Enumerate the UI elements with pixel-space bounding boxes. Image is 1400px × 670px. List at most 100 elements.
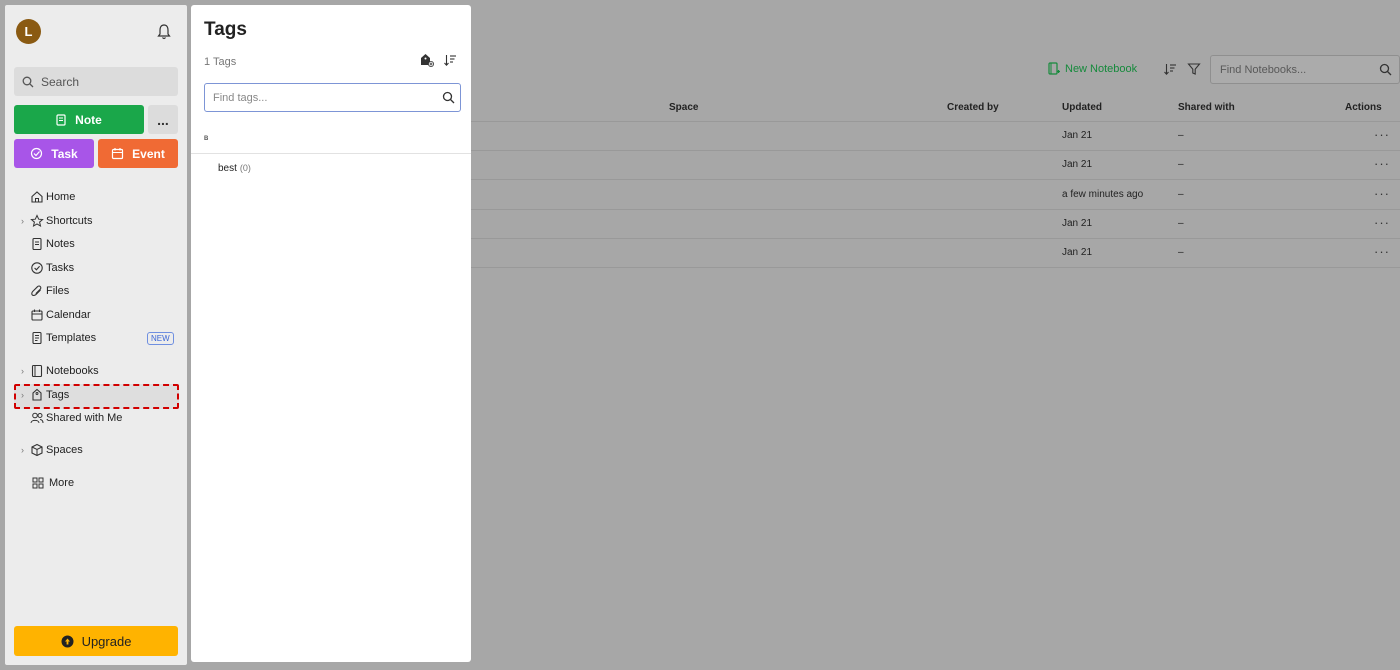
- upgrade-label: Upgrade: [81, 633, 132, 649]
- column-header-space[interactable]: Space: [669, 102, 698, 113]
- grid-icon: [32, 477, 44, 489]
- sidebar-item-notebooks[interactable]: › Notebooks: [5, 360, 187, 382]
- sidebar-item-label: Shortcuts: [46, 215, 93, 227]
- avatar[interactable]: L: [16, 19, 41, 44]
- sidebar-item-label: Files: [46, 285, 70, 297]
- task-icon: [31, 147, 43, 160]
- filter-icon[interactable]: [1187, 62, 1201, 76]
- row-actions-button[interactable]: ···: [1374, 156, 1390, 171]
- note-button-label: Note: [75, 112, 102, 127]
- search-icon: [442, 91, 455, 104]
- chevron-right-icon[interactable]: ›: [21, 366, 24, 376]
- notebook-icon: [31, 364, 43, 378]
- search-input[interactable]: Search: [14, 67, 178, 96]
- sidebar-item-label: Calendar: [46, 309, 91, 321]
- sidebar-item-label: Shared with Me: [46, 412, 123, 424]
- row-actions-button[interactable]: ···: [1374, 215, 1390, 230]
- tag-group-letter: B: [204, 136, 209, 142]
- cube-icon: [31, 443, 43, 457]
- column-header-updated[interactable]: Updated: [1062, 102, 1102, 113]
- calendar-icon: [31, 309, 43, 321]
- star-icon: [30, 214, 44, 228]
- calendar-icon: [112, 148, 124, 160]
- note-icon: [32, 237, 42, 251]
- new-task-button[interactable]: Task: [14, 139, 94, 168]
- row-actions-button[interactable]: ···: [1374, 186, 1390, 201]
- sidebar-item-label: More: [49, 477, 75, 489]
- more-options-label: ...: [157, 111, 169, 128]
- event-button-label: Event: [132, 146, 165, 161]
- divider: [191, 153, 471, 154]
- updated-cell: Jan 21: [1062, 218, 1093, 229]
- new-event-button[interactable]: Event: [98, 139, 178, 168]
- shared-cell: –: [1178, 159, 1184, 170]
- more-options-button[interactable]: ...: [148, 105, 178, 134]
- new-note-button[interactable]: Note: [14, 105, 144, 134]
- tag-name: best: [218, 163, 237, 174]
- page-title: Tags: [204, 19, 247, 40]
- users-icon: [30, 412, 44, 424]
- column-header-created-by[interactable]: Created by: [947, 102, 999, 113]
- row-actions-button[interactable]: ···: [1374, 244, 1390, 259]
- sidebar-item-label: Home: [46, 191, 76, 203]
- paperclip-icon: [31, 285, 42, 297]
- divider: [471, 150, 1400, 151]
- sidebar-item-label: Notes: [46, 238, 75, 250]
- tags-panel: Tags 1 Tags Find tags... B best (0): [191, 5, 471, 662]
- sidebar-item-notes[interactable]: Notes: [5, 233, 187, 255]
- row-actions-button[interactable]: ···: [1374, 127, 1390, 142]
- bell-icon[interactable]: [156, 23, 172, 41]
- divider: [471, 209, 1400, 210]
- sidebar-item-home[interactable]: Home: [5, 186, 187, 208]
- sidebar-item-label: Spaces: [46, 444, 83, 456]
- new-badge: NEW: [147, 332, 174, 345]
- sort-icon[interactable]: [1163, 62, 1177, 76]
- sidebar-item-tags[interactable]: › Tags: [5, 384, 187, 406]
- updated-cell: Jan 21: [1062, 159, 1093, 170]
- tag-item[interactable]: best (0): [218, 163, 251, 174]
- sidebar-item-more[interactable]: More: [5, 472, 187, 494]
- sidebar-item-tasks[interactable]: Tasks: [5, 257, 187, 279]
- column-header-actions: Actions: [1345, 102, 1382, 113]
- new-notebook-label: New Notebook: [1065, 62, 1138, 75]
- sidebar-item-label: Tasks: [46, 262, 75, 274]
- home-icon: [31, 191, 43, 203]
- updated-cell: Jan 21: [1062, 130, 1093, 141]
- sidebar-item-shortcuts[interactable]: › Shortcuts: [5, 210, 187, 232]
- find-tags-input[interactable]: Find tags...: [204, 83, 461, 112]
- upgrade-button[interactable]: Upgrade: [14, 626, 178, 656]
- column-header-shared-with[interactable]: Shared with: [1178, 102, 1235, 113]
- divider: [471, 179, 1400, 180]
- sidebar-item-templates[interactable]: Templates NEW: [5, 327, 187, 349]
- sort-icon[interactable]: [443, 53, 457, 67]
- sidebar-item-files[interactable]: Files: [5, 280, 187, 302]
- find-notebooks-placeholder: Find Notebooks...: [1220, 63, 1307, 76]
- sidebar: L Search Note ... Task Event Home › Shor…: [5, 5, 187, 665]
- add-tag-icon[interactable]: [420, 53, 434, 67]
- note-icon: [56, 113, 66, 126]
- tag-count: (0): [239, 163, 251, 173]
- search-icon: [1379, 63, 1392, 76]
- sidebar-item-calendar[interactable]: Calendar: [5, 304, 187, 326]
- tag-icon: [32, 388, 42, 401]
- shared-cell: –: [1178, 130, 1184, 141]
- sidebar-item-shared-with-me[interactable]: Shared with Me: [5, 407, 187, 429]
- sidebar-item-spaces[interactable]: › Spaces: [5, 439, 187, 461]
- tags-count: 1 Tags: [204, 56, 237, 68]
- template-icon: [32, 331, 42, 345]
- updated-cell: Jan 21: [1062, 247, 1093, 258]
- task-button-label: Task: [51, 146, 78, 161]
- check-circle-icon: [31, 262, 43, 274]
- search-icon: [22, 76, 34, 87]
- new-notebook-button[interactable]: New Notebook: [1048, 62, 1137, 75]
- search-label: Search: [41, 74, 80, 89]
- shared-cell: –: [1178, 247, 1184, 258]
- find-notebooks-input[interactable]: Find Notebooks...: [1210, 55, 1400, 84]
- divider: [471, 121, 1400, 122]
- new-notebook-icon: [1048, 62, 1060, 75]
- sidebar-item-label: Tags: [46, 389, 70, 401]
- chevron-right-icon[interactable]: ›: [21, 445, 24, 455]
- chevron-right-icon[interactable]: ›: [21, 390, 24, 400]
- shared-cell: –: [1178, 218, 1184, 229]
- chevron-right-icon[interactable]: ›: [21, 216, 24, 226]
